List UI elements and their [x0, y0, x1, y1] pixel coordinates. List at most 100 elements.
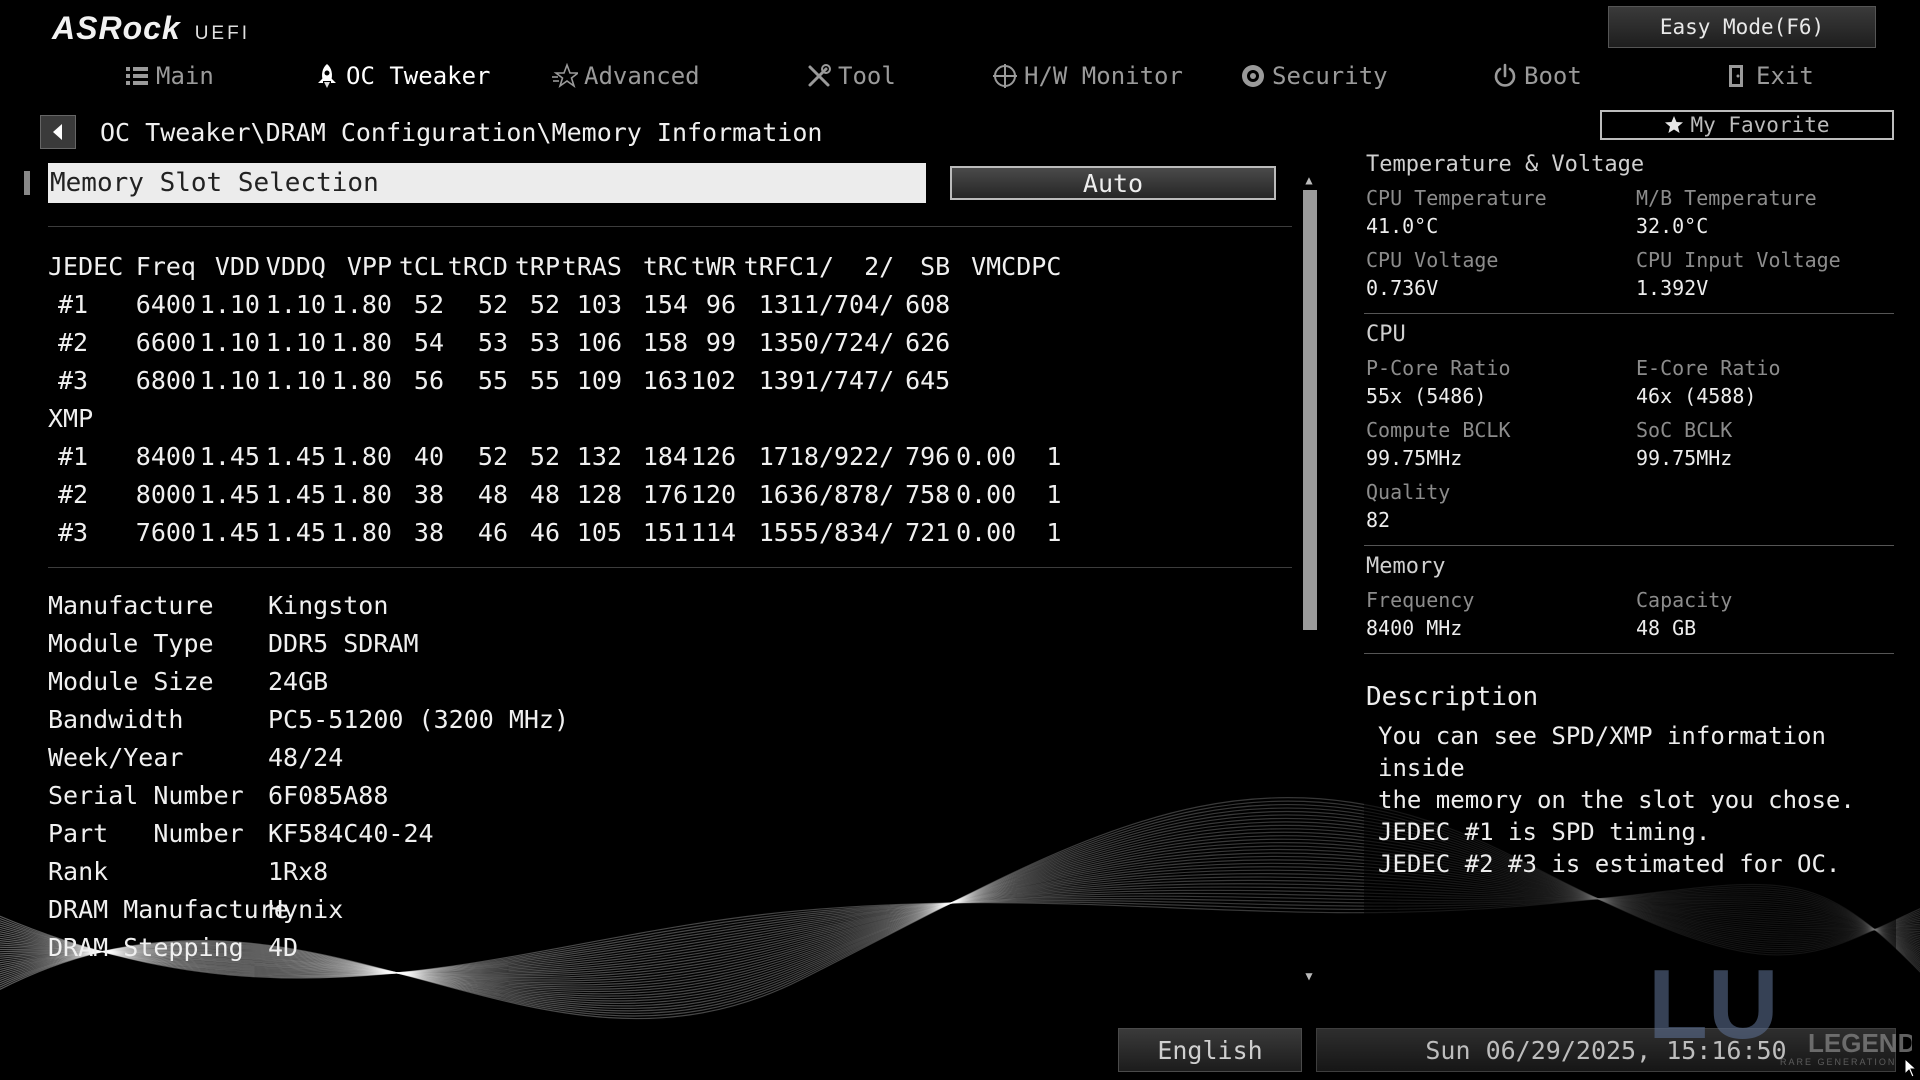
- tab-exit[interactable]: Exit: [1724, 56, 1814, 96]
- table-cell: [1016, 323, 1061, 361]
- tab-advanced[interactable]: Advanced: [552, 56, 700, 96]
- table-cell: 52: [413, 289, 444, 319]
- quality-value: 82: [1366, 508, 1391, 532]
- ecore-ratio-label: E-Core Ratio: [1636, 356, 1781, 380]
- cpu-voltage-label: CPU Voltage: [1366, 248, 1499, 272]
- memory-frequency-label: Frequency: [1366, 588, 1475, 612]
- scroll-up-icon[interactable]: ▲: [1300, 172, 1318, 188]
- table-cell: Freq: [135, 251, 196, 281]
- table-cell: 55: [529, 365, 560, 395]
- table-row: #2 6600 1.10 1.10 1.80 54 53 53 106 158 99 1350/724…: [48, 323, 1061, 361]
- tab-tool[interactable]: Tool: [806, 56, 896, 96]
- table-cell: 46: [477, 517, 508, 547]
- table-header-row: JEDEC Freq VDD VDDQ VPP tCL tRCD tRP tRAS tRC tWR t…: [48, 247, 1061, 285]
- list-icon: [126, 67, 148, 85]
- pcore-ratio-label: P-Core Ratio: [1366, 356, 1511, 380]
- mb-temp-value: 32.0°C: [1636, 214, 1709, 238]
- cpu-temp-value: 41.0°C: [1366, 214, 1439, 238]
- table-cell: [950, 323, 1016, 361]
- table-cell: 40: [413, 441, 444, 471]
- table-cell: 105: [576, 517, 622, 547]
- table-cell: 103: [576, 289, 622, 319]
- back-button[interactable]: [40, 115, 76, 149]
- divider: [48, 226, 1292, 227]
- table-cell: 2/: [864, 251, 895, 281]
- table-cell: 53: [529, 327, 560, 357]
- tab-hw-monitor[interactable]: H/W Monitor: [992, 56, 1183, 96]
- top-nav: Main OC Tweaker Advanced Tool H/W Monito…: [0, 56, 1920, 96]
- memory-capacity-label: Capacity: [1636, 588, 1733, 612]
- table-row: #1 8400 1.45 1.45 1.80 40 52 52 132 184 126 1718/92…: [48, 437, 1061, 475]
- table-cell: 796: [905, 441, 951, 471]
- tab-main[interactable]: Main: [124, 56, 214, 96]
- table-cell: 0.00: [956, 479, 1017, 509]
- table-cell: 96: [705, 289, 736, 319]
- crosshair-icon: [993, 64, 1017, 88]
- table-cell: 54: [413, 327, 444, 357]
- table-cell: 7600: [135, 517, 196, 547]
- spd-timing-table: JEDEC Freq VDD VDDQ VPP tCL tRCD tRP tRAS tRC tWR t…: [48, 247, 1061, 551]
- table-row: #3 6800 1.10 1.10 1.80 56 55 55 109 163 102 1391/74…: [48, 361, 1061, 399]
- scroll-thumb[interactable]: [1303, 190, 1317, 630]
- table-cell: 1.45: [265, 441, 326, 471]
- info-row: Serial Number 6F085A88: [48, 776, 569, 814]
- cpu-section-title: CPU: [1366, 322, 1406, 347]
- cpu-input-voltage-value: 1.392V: [1636, 276, 1709, 300]
- table-cell: [1016, 285, 1061, 323]
- info-row: Rank 1Rx8: [48, 852, 569, 890]
- tab-security[interactable]: Security: [1240, 56, 1388, 96]
- tab-boot-label: Boot: [1524, 62, 1582, 90]
- my-favorite-button[interactable]: My Favorite: [1600, 110, 1894, 140]
- tab-oc-tweaker[interactable]: OC Tweaker: [314, 56, 491, 96]
- table-cell: 1.80: [331, 441, 392, 471]
- table-cell: 132: [576, 441, 622, 471]
- module-info-list: Manufacture Kingston Module Type DDR5 SDRAM…: [48, 586, 569, 966]
- table-cell: 52: [477, 441, 508, 471]
- table-cell: 0.00: [956, 517, 1017, 547]
- table-cell: 1.10: [199, 365, 260, 395]
- table-cell: 608: [905, 289, 951, 319]
- table-cell: 834/: [834, 517, 895, 547]
- tab-boot[interactable]: Boot: [1492, 56, 1582, 96]
- table-cell: [950, 285, 1016, 323]
- table-cell: 163: [642, 365, 688, 395]
- table-cell: DPC: [1016, 251, 1062, 281]
- table-cell: 1.45: [199, 479, 260, 509]
- table-cell: 52: [529, 441, 560, 471]
- table-cell: tWR: [690, 251, 736, 281]
- language-button[interactable]: English: [1118, 1028, 1302, 1072]
- xmp-label: XMP: [48, 403, 94, 433]
- memory-section-title: Memory: [1366, 554, 1446, 579]
- table-cell: 1.45: [199, 517, 260, 547]
- tab-exit-label: Exit: [1756, 62, 1814, 90]
- memory-slot-selection-row[interactable]: Memory Slot Selection Auto: [20, 163, 1280, 203]
- tab-hw-monitor-label: H/W Monitor: [1024, 62, 1183, 90]
- table-cell: 1350/: [758, 327, 834, 357]
- table-cell: 626: [905, 327, 951, 357]
- table-cell: 114: [690, 517, 736, 547]
- scrollbar[interactable]: ▲ ▼: [1300, 172, 1318, 984]
- pcore-ratio-value: 55x (5486): [1366, 384, 1487, 408]
- info-value: Kingston: [268, 590, 389, 620]
- table-cell: 158: [642, 327, 688, 357]
- temp-voltage-title: Temperature & Voltage: [1366, 152, 1645, 177]
- memory-slot-selection-label[interactable]: Memory Slot Selection: [48, 163, 926, 203]
- table-cell: SB: [920, 251, 951, 281]
- table-cell: VMC: [971, 251, 1017, 281]
- logo-brand: ASRock: [52, 10, 181, 46]
- scroll-down-icon[interactable]: ▼: [1300, 968, 1318, 984]
- easy-mode-button[interactable]: Easy Mode(F6): [1608, 6, 1876, 48]
- info-value: 4D: [268, 932, 299, 962]
- info-row: Manufacture Kingston: [48, 586, 569, 624]
- table-cell: [1016, 361, 1061, 399]
- description-title: Description: [1366, 682, 1539, 712]
- table-cell: VDD: [214, 251, 260, 281]
- table-cell: #3: [58, 517, 89, 547]
- table-cell: 1.10: [199, 289, 260, 319]
- ecore-ratio-value: 46x (4588): [1636, 384, 1757, 408]
- memory-slot-selection-dropdown[interactable]: Auto: [950, 166, 1276, 200]
- compute-bclk-label: Compute BCLK: [1366, 418, 1511, 442]
- table-cell: 154: [642, 289, 688, 319]
- table-cell: tRFC1/: [743, 251, 834, 281]
- table-cell: 6800: [135, 365, 196, 395]
